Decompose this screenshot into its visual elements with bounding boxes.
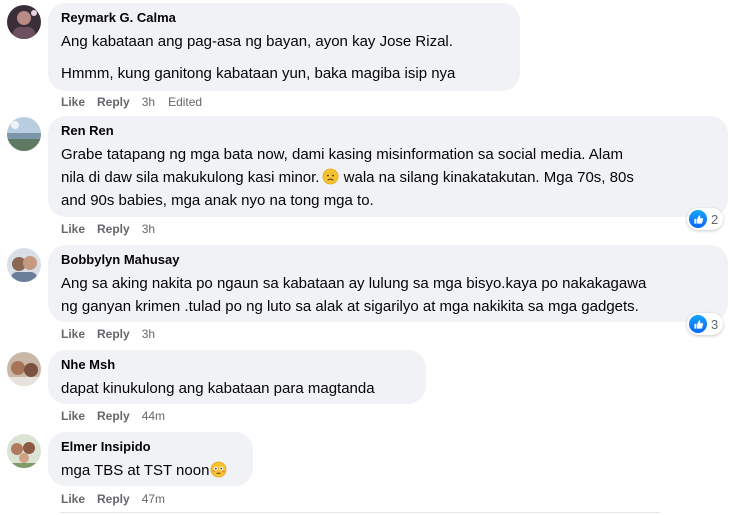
avatar[interactable] <box>7 352 41 386</box>
comment-timestamp[interactable]: 3h <box>142 222 155 236</box>
reaction-count: 3 <box>711 316 719 332</box>
comment-text: Ang kabataan ang pag-asa ng bayan, ayon … <box>61 30 508 85</box>
reply-button[interactable]: Reply <box>97 492 130 506</box>
comment-line-segment: mga TBS at TST noon <box>61 462 210 479</box>
comment-author[interactable]: Ren Ren <box>61 123 716 139</box>
avatar[interactable] <box>7 434 41 468</box>
comment-bubble: Ren Ren Grabe tatapang ng mga bata now, … <box>48 116 728 217</box>
comment-line: ng ganyan krimen .tulad po ng luto sa al… <box>61 298 639 315</box>
edited-label[interactable]: Edited <box>168 95 202 109</box>
avatar[interactable] <box>7 117 41 151</box>
avatar[interactable] <box>7 248 41 282</box>
comment-paragraph: Hmmm, kung ganitong kabataan yun, baka m… <box>61 65 456 82</box>
comment-line: Ang sa aking nakita po ngaun sa kabataan… <box>61 275 647 292</box>
comment-line-segment: nila di daw sila makukulong kasi minor. <box>61 169 320 186</box>
comment-line-segment: wala na silang kinakatakutan. Mga 70s, 8… <box>343 169 634 186</box>
comment-bubble: Reymark G. Calma Ang kabataan ang pag-as… <box>48 3 520 91</box>
comment-actions: Like Reply 3h <box>61 327 168 341</box>
reaction-count: 2 <box>711 211 719 227</box>
worried-face-icon <box>322 168 339 185</box>
reaction-summary[interactable]: 2 <box>687 208 724 230</box>
comment-line: nila di daw sila makukulong kasi minor. … <box>61 166 716 189</box>
comment-text: dapat kinukulong ang kabataan para magta… <box>61 377 414 400</box>
comment-actions: Like Reply 3h Edited <box>61 95 202 109</box>
like-button[interactable]: Like <box>61 409 85 423</box>
comment-author[interactable]: Elmer Insipido <box>61 439 241 455</box>
comment-paragraph: Ang kabataan ang pag-asa ng bayan, ayon … <box>61 33 453 50</box>
comment-bubble: Elmer Insipido mga TBS at TST noon <box>48 432 253 486</box>
like-icon <box>689 315 707 333</box>
comment-text: Ang sa aking nakita po ngaun sa kabataan… <box>61 272 716 318</box>
comment-line: dapat kinukulong ang kabataan para magta… <box>61 380 375 397</box>
comment-line: and 90s babies, mga anak nyo na tong mga… <box>61 192 374 209</box>
comment-text: mga TBS at TST noon <box>61 459 241 482</box>
comment-text: Grabe tatapang ng mga bata now, dami kas… <box>61 143 716 212</box>
comment-author[interactable]: Nhe Msh <box>61 357 414 373</box>
reply-button[interactable]: Reply <box>97 327 130 341</box>
comment-timestamp[interactable]: 47m <box>142 492 165 506</box>
comment-line: mga TBS at TST noon <box>61 459 241 482</box>
like-button[interactable]: Like <box>61 492 85 506</box>
reaction-summary[interactable]: 3 <box>687 313 724 335</box>
comment-timestamp[interactable]: 44m <box>142 409 165 423</box>
avatar[interactable] <box>7 5 41 39</box>
comment-line: Grabe tatapang ng mga bata now, dami kas… <box>61 146 623 163</box>
comment-bubble: Nhe Msh dapat kinukulong ang kabataan pa… <box>48 350 426 404</box>
comment-actions: Like Reply 3h <box>61 222 168 236</box>
reply-button[interactable]: Reply <box>97 222 130 236</box>
like-button[interactable]: Like <box>61 327 85 341</box>
flushed-face-icon <box>210 461 227 478</box>
reply-button[interactable]: Reply <box>97 95 130 109</box>
comment-actions: Like Reply 47m <box>61 492 178 506</box>
comment-timestamp[interactable]: 3h <box>142 327 155 341</box>
like-icon <box>689 210 707 228</box>
comment-author[interactable]: Reymark G. Calma <box>61 10 508 26</box>
divider <box>60 512 660 513</box>
comment-bubble: Bobbylyn Mahusay Ang sa aking nakita po … <box>48 245 728 322</box>
like-button[interactable]: Like <box>61 222 85 236</box>
comment-actions: Like Reply 44m <box>61 409 178 423</box>
comment-timestamp[interactable]: 3h <box>142 95 155 109</box>
comment-author[interactable]: Bobbylyn Mahusay <box>61 252 716 268</box>
reply-button[interactable]: Reply <box>97 409 130 423</box>
like-button[interactable]: Like <box>61 95 85 109</box>
